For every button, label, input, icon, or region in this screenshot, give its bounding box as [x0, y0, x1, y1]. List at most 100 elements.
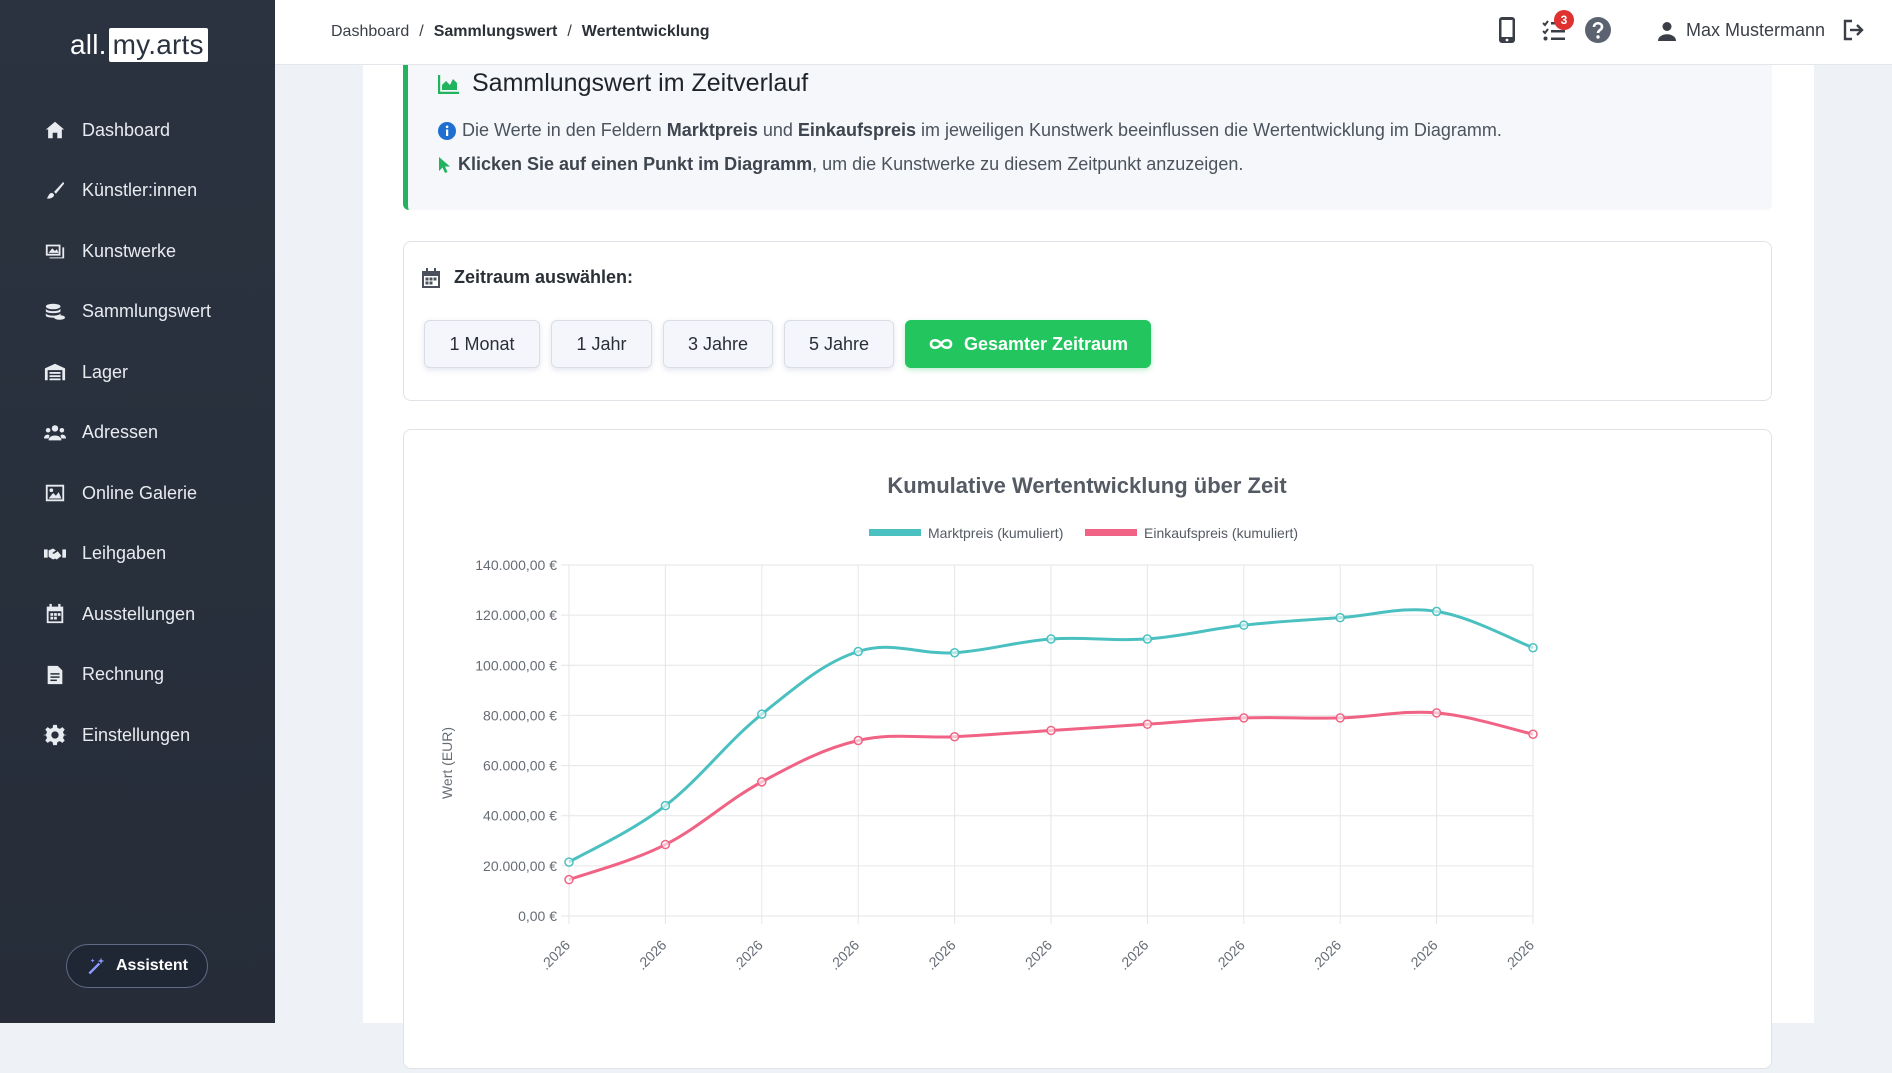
calendar-icon	[46, 604, 64, 624]
data-point-einkaufspreis[interactable]	[949, 731, 960, 742]
range-3-jahre-button[interactable]: 3 Jahre	[663, 320, 773, 368]
legend-label-einkaufspreis[interactable]: Einkaufspreis (kumuliert)	[1144, 525, 1298, 541]
data-point-marktpreis[interactable]	[949, 648, 960, 658]
info-bold-click: Klicken Sie auf einen Punkt im Diagramm	[458, 154, 813, 174]
breadcrumb-separator: /	[567, 23, 572, 40]
legend-swatch-einkaufspreis	[1085, 529, 1137, 536]
data-point-einkaufspreis[interactable]	[1431, 708, 1442, 718]
info-text: , um die Kunstwerke zu diesem Zeitpunkt …	[812, 154, 1244, 174]
sidebar-item-kuenstlerinnen[interactable]: Künstler:innen	[0, 161, 275, 222]
main-content: Sammlungswert im Zeitverlauf Die Werte i…	[363, 65, 1814, 1069]
x-tick-label: .2026	[1212, 937, 1248, 973]
data-point-einkaufspreis[interactable]	[757, 777, 767, 787]
range-buttons: 1 Monat 1 Jahr 3 Jahre 5 Jahre Gesamter …	[424, 320, 1162, 368]
data-point-marktpreis[interactable]	[660, 800, 671, 811]
range-gesamter-zeitraum-button[interactable]: Gesamter Zeitraum	[905, 320, 1151, 368]
logout-icon	[1843, 19, 1864, 41]
breadcrumb-item-wertentwicklung: Wertentwicklung	[581, 23, 710, 40]
y-tick-label: 120.000,00 €	[475, 607, 557, 623]
sidebar-item-label: Online Galerie	[82, 482, 198, 503]
sidebar-item-leihgaben[interactable]: Leihgaben	[0, 524, 275, 585]
x-tick-label: .2026	[923, 937, 959, 973]
sidebar-item-adressen[interactable]: Adressen	[0, 403, 275, 464]
range-1-monat-button[interactable]: 1 Monat	[424, 320, 540, 368]
breadcrumb-item-sammlungswert[interactable]: Sammlungswert	[434, 23, 558, 41]
data-point-einkaufspreis[interactable]	[1142, 719, 1153, 729]
tasks-badge: 3	[1554, 10, 1574, 30]
breadcrumb-item-dashboard[interactable]: Dashboard	[331, 23, 409, 41]
data-point-marktpreis[interactable]	[757, 709, 767, 719]
help-icon	[1585, 17, 1611, 43]
x-axis-ticks: .2026 .2026 .2026 .2026 .2026 .2026 .2026 .2026…	[537, 937, 1537, 973]
value-chart[interactable]: Kumulative Wertentwicklung über Zeit Mar…	[404, 430, 1771, 1068]
x-tick-label: .2026	[1501, 937, 1537, 973]
panel-title: Sammlungswert im Zeitverlauf	[438, 69, 808, 98]
data-point-marktpreis[interactable]	[1431, 606, 1442, 617]
sidebar-item-label: Sammlungswert	[82, 301, 212, 322]
data-point-einkaufspreis[interactable]	[660, 839, 671, 850]
magic-wand-icon	[88, 957, 105, 975]
logout-button[interactable]	[1843, 19, 1865, 41]
assistant-label: Assistent	[115, 957, 189, 974]
y-tick-label: 60.000,00 €	[483, 758, 557, 774]
breadcrumb-separator: /	[419, 23, 424, 40]
info-line-values: Die Werte in den Feldern Marktpreis und …	[438, 120, 1502, 141]
legend-label-marktpreis[interactable]: Marktpreis (kumuliert)	[928, 525, 1063, 541]
sidebar-item-label: Einstellungen	[82, 724, 191, 745]
data-point-einkaufspreis[interactable]	[1046, 725, 1056, 736]
assistant-button[interactable]: Assistent	[66, 944, 208, 988]
sidebar-item-online-galerie[interactable]: Online Galerie	[0, 463, 275, 524]
data-point-einkaufspreis[interactable]	[1528, 729, 1538, 739]
sidebar: all. my.arts Dashboard Künstler:innen Ku…	[0, 0, 275, 1023]
data-point-marktpreis[interactable]	[1142, 634, 1153, 644]
data-point-marktpreis[interactable]	[564, 857, 574, 867]
help-button[interactable]	[1584, 16, 1612, 44]
y-axis-label: Wert (EUR)	[439, 727, 455, 799]
user-menu[interactable]: Max Mustermann	[1658, 20, 1825, 41]
data-point-einkaufspreis[interactable]	[1239, 713, 1249, 723]
range-title: Zeitraum auswählen:	[422, 267, 633, 288]
tasks-button[interactable]: 3	[1540, 10, 1574, 49]
sidebar-item-kunstwerke[interactable]: Kunstwerke	[0, 221, 275, 282]
chart-grid	[561, 564, 1534, 924]
sidebar-item-label: Adressen	[82, 422, 159, 443]
data-point-marktpreis[interactable]	[1046, 634, 1056, 644]
data-point-einkaufspreis[interactable]	[1335, 713, 1345, 723]
range-gesamter-zeitraum-label: Gesamter Zeitraum	[963, 333, 1129, 354]
data-point-marktpreis[interactable]	[1528, 642, 1538, 653]
sidebar-item-label: Ausstellungen	[82, 603, 196, 624]
sidebar-item-label: Lager	[82, 361, 129, 382]
sidebar-item-einstellungen[interactable]: Einstellungen	[0, 705, 275, 766]
users-icon	[44, 424, 66, 441]
sidebar-item-label: Leihgaben	[82, 543, 167, 564]
y-tick-label: 40.000,00 €	[483, 808, 557, 824]
info-line-click: Klicken Sie auf einen Punkt im Diagramm,…	[438, 154, 1243, 175]
x-tick-label: .2026	[633, 937, 669, 973]
range-1-jahr-button[interactable]: 1 Jahr	[551, 320, 652, 368]
logo[interactable]: all. my.arts	[70, 28, 208, 62]
pointer-icon	[439, 156, 450, 173]
calendar-icon	[422, 267, 440, 288]
mobile-button[interactable]	[1497, 16, 1517, 44]
warehouse-icon	[44, 364, 66, 381]
chart-title: Kumulative Wertentwicklung über Zeit	[887, 473, 1287, 498]
y-tick-label: 140.000,00 €	[475, 557, 557, 573]
sidebar-item-dashboard[interactable]: Dashboard	[0, 100, 275, 161]
data-point-marktpreis[interactable]	[853, 646, 863, 657]
data-point-marktpreis[interactable]	[1335, 612, 1345, 623]
x-tick-label: .2026	[1405, 937, 1441, 973]
data-point-einkaufspreis[interactable]	[564, 874, 574, 885]
sidebar-item-lager[interactable]: Lager	[0, 342, 275, 403]
sidebar-item-rechnung[interactable]: Rechnung	[0, 645, 275, 706]
sidebar-item-ausstellungen[interactable]: Ausstellungen	[0, 584, 275, 645]
panel-title-text: Sammlungswert im Zeitverlauf	[472, 69, 809, 97]
data-point-marktpreis[interactable]	[1239, 620, 1249, 630]
y-tick-label: 100.000,00 €	[475, 657, 557, 673]
data-point-einkaufspreis[interactable]	[853, 735, 863, 746]
handshake-icon	[44, 548, 66, 560]
sidebar-item-sammlungswert[interactable]: Sammlungswert	[0, 282, 275, 343]
y-tick-label: 20.000,00 €	[483, 858, 557, 874]
info-text: und	[762, 120, 793, 140]
area-chart-icon	[438, 74, 459, 94]
range-5-jahre-button[interactable]: 5 Jahre	[784, 320, 894, 368]
